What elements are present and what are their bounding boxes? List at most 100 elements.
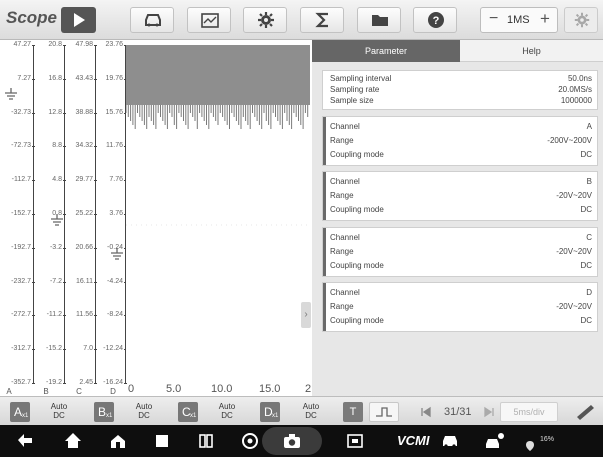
vehicle-button[interactable] (130, 7, 174, 33)
coupling-value: DC (580, 316, 592, 325)
last-page-button[interactable] (481, 402, 497, 422)
scale-tick-label: -15.2 (46, 345, 62, 353)
coupling-label: Coupling mode (330, 150, 384, 159)
scale-tick-label: 4.8 (52, 176, 62, 184)
scale-tick-label: -352.7 (11, 379, 31, 386)
scale-tick-label: 38.88 (75, 108, 93, 116)
scale-tick-label: 8.8 (52, 142, 62, 150)
folder-icon (372, 15, 388, 26)
tab-parameter[interactable]: Parameter (312, 40, 460, 62)
back-icon[interactable] (15, 430, 35, 452)
sampling-rate-label: Sampling rate (330, 85, 380, 94)
folder-button[interactable] (357, 7, 401, 33)
coupling-value: DC (580, 150, 592, 159)
channel-card-b[interactable]: Channel B Range -20V~20V Coupling mode DC (322, 171, 598, 221)
channel-c-button[interactable]: Cx1 (178, 402, 198, 422)
channel-a-button[interactable]: Ax1 (10, 402, 30, 422)
math-button[interactable] (300, 7, 344, 33)
channel-label-b: B (43, 387, 49, 396)
scale-tick-label: 25.22 (75, 210, 93, 217)
channel-d-settings[interactable]: Auto DC (297, 402, 325, 420)
channel-value: D (586, 288, 592, 297)
scale-tick-label: -3.2 (49, 243, 62, 251)
recent-apps-icon[interactable] (152, 430, 172, 452)
car-icon (145, 14, 161, 27)
scale-tick-label: -12.24 (103, 345, 123, 353)
channel-label-a: A (6, 387, 12, 396)
scale-tick-label: 7.0 (83, 345, 93, 353)
report-button[interactable] (187, 7, 231, 33)
ruler-icon (577, 405, 594, 420)
page-indicator: 31/31 (444, 406, 472, 418)
scale-tick-label: -11.2 (46, 311, 62, 319)
parameter-panel: Parameter Help Sampling interval 50.0ns S… (312, 40, 603, 396)
scope-display[interactable]: 47.27 7.27 -32.73 -72.73 -112.7 -152.7 -192.7 -… (0, 40, 312, 396)
browser-icon[interactable] (240, 430, 260, 452)
panel-collapse-handle[interactable]: › (301, 302, 311, 328)
play-button[interactable] (61, 7, 96, 33)
play-icon (74, 13, 85, 27)
home-icon[interactable] (63, 430, 83, 452)
split-screen-icon[interactable] (196, 430, 216, 452)
screenshot-button[interactable] (262, 427, 322, 455)
scale-tick-label: 3.76 (109, 210, 123, 217)
timebase-increase-button[interactable]: + (540, 9, 550, 29)
location-icon (526, 441, 534, 451)
sampling-interval-label: Sampling interval (330, 74, 392, 83)
channel-card-c[interactable]: Channel C Range -20V~20V Coupling mode DC (322, 227, 598, 277)
skip-back-icon (421, 406, 431, 418)
gear-button[interactable] (243, 7, 287, 33)
system-navigation-bar: VCMI 16% (0, 425, 603, 457)
record-screen-icon[interactable] (345, 430, 365, 452)
trigger-button[interactable]: T (343, 402, 363, 422)
channel-card-a[interactable]: Channel A Range -200V~200V Coupling mode DC (322, 116, 598, 166)
trigger-edge-button[interactable] (369, 402, 399, 422)
coupling-value: DC (580, 205, 592, 214)
vcm-icon[interactable]: VCMI (397, 433, 430, 448)
channel-a-settings[interactable]: Auto DC (45, 402, 73, 420)
channel-b-settings[interactable]: Auto DC (130, 402, 158, 420)
remote-expert-icon[interactable] (484, 430, 506, 452)
scale-tick-label: -72.73 (11, 142, 31, 150)
scale-tick-label: -19.2 (46, 379, 62, 386)
scale-tick-label: 20.66 (75, 243, 93, 251)
coupling-label: Coupling mode (330, 205, 384, 214)
measure-button[interactable] (572, 402, 598, 422)
help-icon: ? (428, 12, 444, 28)
car-icon[interactable] (440, 430, 460, 452)
scale-tick-label: -192.7 (11, 243, 31, 251)
channel-b-button[interactable]: Bx1 (94, 402, 114, 422)
coupling-label: Coupling mode (330, 261, 384, 270)
waveform-grid[interactable] (126, 45, 310, 383)
ground-b-icon[interactable] (50, 214, 64, 226)
timebase-decrease-button[interactable]: − (489, 10, 498, 28)
time-per-division-field[interactable]: 5ms/div (500, 402, 558, 422)
scale-c: 47.98 43.43 38.88 34.32 29.77 25.22 20.66 16.11… (65, 40, 97, 396)
channel-bar: Ax1 Auto DC Bx1 Auto DC Cx1 Auto DC Dx1 Aut… (0, 396, 603, 425)
settings-button[interactable] (564, 7, 598, 33)
scale-tick-label: -312.7 (11, 345, 31, 353)
channel-card-d[interactable]: Channel D Range -20V~20V Coupling mode DC (322, 282, 598, 332)
report-icon (201, 13, 219, 28)
coupling-label: Coupling mode (330, 316, 384, 325)
ground-d-icon[interactable] (110, 248, 124, 260)
ground-a-icon[interactable] (4, 88, 18, 100)
channel-label: Channel (330, 288, 360, 297)
channel-label: Channel (330, 177, 360, 186)
help-button[interactable]: ? (413, 7, 457, 33)
sampling-card: Sampling interval 50.0ns Sampling rate 20.… (322, 70, 598, 110)
scale-tick-label: -32.73 (11, 108, 31, 116)
scale-tick-label: 2.45 (79, 379, 93, 386)
first-page-button[interactable] (418, 402, 434, 422)
scale-tick-label: -232.7 (11, 277, 31, 285)
channel-value: A (586, 122, 592, 131)
channel-d-button[interactable]: Dx1 (260, 402, 280, 422)
channel-label: Channel (330, 122, 360, 131)
scale-tick (124, 383, 127, 384)
gear-icon (258, 12, 274, 28)
tab-help[interactable]: Help (460, 40, 603, 62)
channel-c-settings[interactable]: Auto DC (213, 402, 241, 420)
timebase-value: 1MS (507, 14, 530, 26)
x-axis-label-1: 5.0 (166, 383, 182, 395)
home-alt-icon[interactable] (108, 430, 128, 452)
